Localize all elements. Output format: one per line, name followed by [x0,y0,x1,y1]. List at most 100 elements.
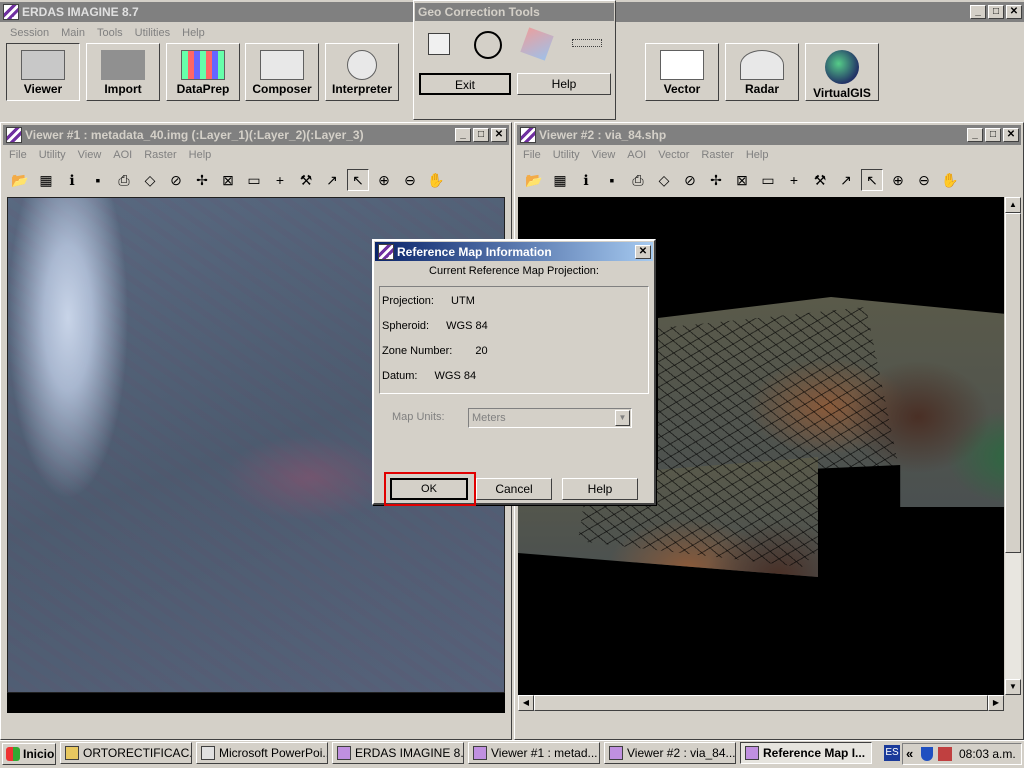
hammer-icon[interactable]: ⚒ [809,169,831,191]
language-indicator[interactable]: ES [884,745,900,761]
pan-hand-icon[interactable]: ✋ [425,169,447,191]
zoom-out-icon[interactable]: ⊖ [399,169,421,191]
viewer2-horizontal-scrollbar[interactable]: ◀ ▶ [518,695,1004,711]
viewer1-minimize-button[interactable]: _ [455,128,471,142]
measure-icon[interactable]: ▭ [757,169,779,191]
shield-icon[interactable] [921,747,933,761]
scroll-right-arrow-icon[interactable]: ▶ [988,695,1004,711]
save-icon[interactable]: ▪ [601,169,623,191]
zoom-fit-icon[interactable]: ✢ [191,169,213,191]
viewer1-menu-view[interactable]: View [72,149,108,161]
taskbar-item-reference-map[interactable]: Reference Map I... [740,742,872,764]
viewer2-close-button[interactable]: ✕ [1003,128,1019,142]
profile-icon[interactable]: ↗ [321,169,343,191]
erdas-minimize-button[interactable]: _ [970,5,986,19]
viewer2-vertical-scrollbar[interactable]: ▲ ▼ [1005,197,1021,695]
zoom-in-icon[interactable]: ⊕ [887,169,909,191]
import-tool-button[interactable]: Import [86,43,160,101]
menu-main[interactable]: Main [55,27,91,39]
hammer-icon[interactable]: ⚒ [295,169,317,191]
geo-exit-button[interactable]: Exit [419,73,511,95]
viewer2-maximize-button[interactable]: □ [985,128,1001,142]
viewer1-menu-file[interactable]: File [3,149,33,161]
viewer2-menu-vector[interactable]: Vector [652,149,695,161]
new-layer-icon[interactable]: ▦ [549,169,571,191]
taskbar-item-powerpoint[interactable]: Microsoft PowerPoi... [196,742,328,764]
geo-help-button[interactable]: Help [517,73,611,95]
ruler-icon[interactable] [572,39,602,47]
scroll-down-arrow-icon[interactable]: ▼ [1005,679,1021,695]
cancel-button[interactable]: Cancel [476,478,552,500]
viewer1-close-button[interactable]: ✕ [491,128,507,142]
map-units-select[interactable]: Meters ▼ [468,408,632,428]
tray-expand-chevron[interactable]: « [906,746,913,761]
vector-tool-button[interactable]: Vector [645,43,719,101]
scroll-up-arrow-icon[interactable]: ▲ [1005,197,1021,213]
print-icon[interactable]: ⎙ [627,169,649,191]
info-icon[interactable]: ℹ [575,169,597,191]
new-layer-icon[interactable]: ▦ [35,169,57,191]
eraser-icon[interactable]: ◇ [653,169,675,191]
viewer1-menu-raster[interactable]: Raster [138,149,182,161]
viewer2-titlebar[interactable]: Viewer #2 : via_84.shp _ □ ✕ [517,125,1021,145]
viewer1-menu-aoi[interactable]: AOI [107,149,138,161]
measure-icon[interactable]: ▭ [243,169,265,191]
radar-tool-button[interactable]: Radar [725,43,799,101]
profile-icon[interactable]: ↗ [835,169,857,191]
hscroll-thumb[interactable] [534,695,988,711]
crosshair-tool-icon[interactable]: + [783,169,805,191]
no-symbol-icon[interactable]: ⊘ [679,169,701,191]
viewer1-maximize-button[interactable]: □ [473,128,489,142]
viewer1-titlebar[interactable]: Viewer #1 : metadata_40.img (:Layer_1)(:… [3,125,509,145]
geo-titlebar[interactable]: Geo Correction Tools [415,3,614,21]
taskbar-item-ortorectificacion[interactable]: ORTORECTIFICAC... [60,742,192,764]
open-icon[interactable]: 📂 [523,169,545,191]
dialog-titlebar[interactable]: Reference Map Information ✕ [375,242,653,261]
viewer1-menu-help[interactable]: Help [183,149,218,161]
ok-button[interactable]: OK [390,478,468,500]
menu-help[interactable]: Help [176,27,211,39]
dialog-close-button[interactable]: ✕ [635,244,651,259]
geo-tool-icon-3[interactable] [520,27,554,61]
network-icon[interactable] [938,747,952,761]
crosshair-icon[interactable] [474,31,502,59]
viewer2-menu-raster[interactable]: Raster [695,149,739,161]
print-icon[interactable]: ⎙ [113,169,135,191]
scroll-thumb[interactable] [1005,213,1021,553]
zoom-fit-icon[interactable]: ✢ [705,169,727,191]
taskbar-item-erdas[interactable]: ERDAS IMAGINE 8.7 [332,742,464,764]
pointer-icon[interactable]: ↖ [347,169,369,191]
zoom-in-icon[interactable]: ⊕ [373,169,395,191]
viewer2-menu-help[interactable]: Help [740,149,775,161]
geo-tool-icon-1[interactable] [428,33,450,55]
help-button[interactable]: Help [562,478,638,500]
viewer2-minimize-button[interactable]: _ [967,128,983,142]
viewer2-menu-utility[interactable]: Utility [547,149,586,161]
viewer1-menu-utility[interactable]: Utility [33,149,72,161]
erdas-close-button[interactable]: ✕ [1006,5,1022,19]
crosshair-tool-icon[interactable]: + [269,169,291,191]
zoom-extent-icon[interactable]: ⊠ [217,169,239,191]
viewer-tool-button[interactable]: Viewer [6,43,80,101]
erdas-maximize-button[interactable]: □ [988,5,1004,19]
zoom-extent-icon[interactable]: ⊠ [731,169,753,191]
viewer2-menu-aoi[interactable]: AOI [621,149,652,161]
composer-tool-button[interactable]: Composer [245,43,319,101]
open-icon[interactable]: 📂 [9,169,31,191]
viewer2-menu-file[interactable]: File [517,149,547,161]
menu-session[interactable]: Session [4,27,55,39]
pointer-icon[interactable]: ↖ [861,169,883,191]
no-symbol-icon[interactable]: ⊘ [165,169,187,191]
zoom-out-icon[interactable]: ⊖ [913,169,935,191]
taskbar-item-viewer2[interactable]: Viewer #2 : via_84... [604,742,736,764]
start-button[interactable]: Inicio [2,743,56,765]
save-icon[interactable]: ▪ [87,169,109,191]
viewer2-menu-view[interactable]: View [586,149,622,161]
info-icon[interactable]: ℹ [61,169,83,191]
eraser-icon[interactable]: ◇ [139,169,161,191]
taskbar-item-viewer1[interactable]: Viewer #1 : metad... [468,742,600,764]
menu-tools[interactable]: Tools [91,27,129,39]
dataprep-tool-button[interactable]: DataPrep [166,43,240,101]
chevron-down-icon[interactable]: ▼ [615,410,630,426]
menu-utilities[interactable]: Utilities [129,27,176,39]
